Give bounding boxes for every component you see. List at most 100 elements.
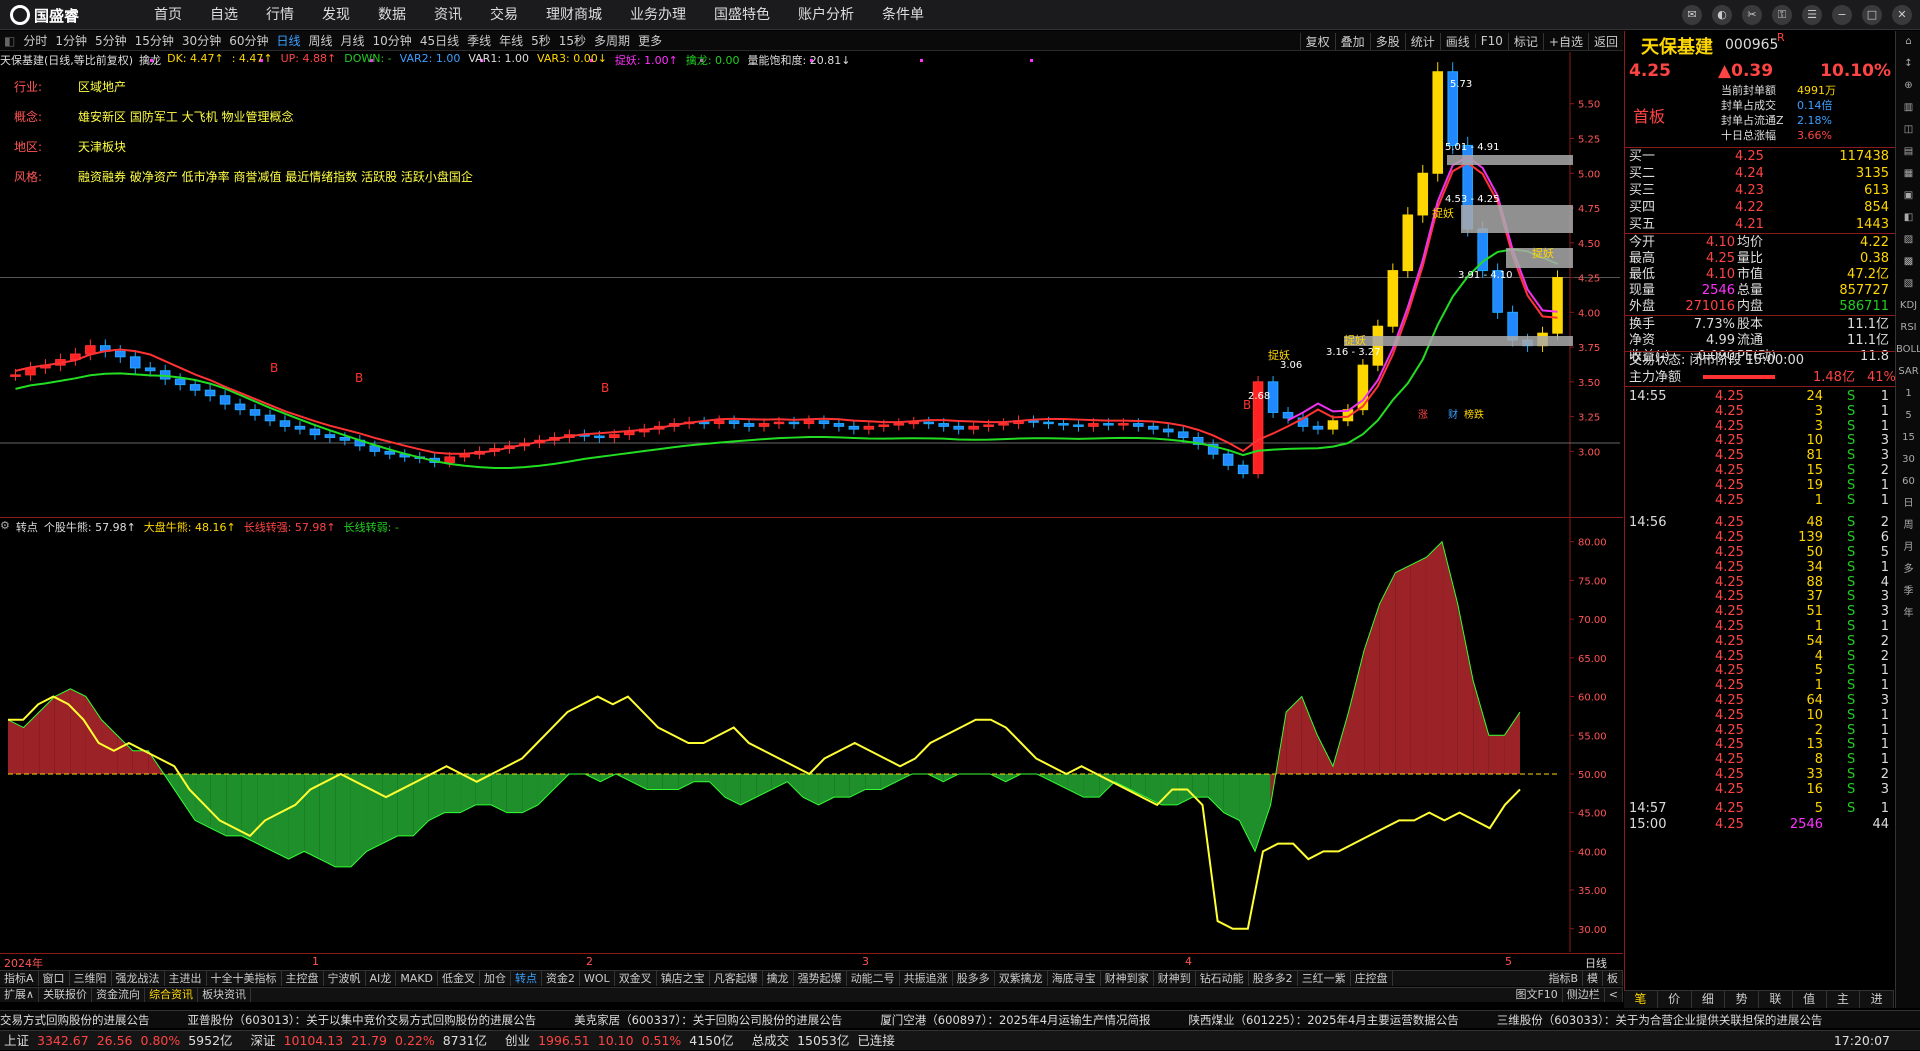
quote-tab[interactable]: 联 [1759, 991, 1793, 1008]
info-tab[interactable]: 综合资讯 [145, 988, 199, 1002]
chart-tool-button[interactable]: 返回 [1587, 32, 1623, 50]
side-tool-icon[interactable]: ↕ [1896, 53, 1920, 75]
indicator-tab[interactable]: AI龙 [366, 971, 397, 986]
period-tab[interactable]: 60分钟 [225, 32, 272, 49]
side-tool-icon[interactable]: ▣ [1896, 185, 1920, 207]
info-tab[interactable]: 扩展∧ [0, 988, 40, 1002]
period-tab[interactable]: 30分钟 [178, 32, 225, 49]
menu-item[interactable]: 数据 [364, 0, 420, 30]
indicator-tab[interactable]: 凡客起爆 [710, 971, 763, 986]
side-tool-icon[interactable]: 15 [1896, 427, 1920, 449]
minimize-icon[interactable]: − [1832, 5, 1852, 25]
side-tool-icon[interactable]: 周 [1896, 515, 1920, 537]
side-tool-icon[interactable]: ▧ [1896, 273, 1920, 295]
quote-tab[interactable]: 主 [1827, 991, 1861, 1008]
period-tab[interactable]: 日线 [272, 32, 304, 49]
side-tool-icon[interactable]: 60 [1896, 471, 1920, 493]
chart-tool-button[interactable]: 标记 [1507, 32, 1543, 50]
side-tool-icon[interactable]: BOLL [1896, 339, 1920, 361]
menu-item[interactable]: 业务办理 [616, 0, 700, 30]
chart-tool-button[interactable]: 画线 [1439, 32, 1475, 50]
indicator-tab[interactable]: 庄控盘 [1351, 971, 1393, 986]
menu-item[interactable]: 交易 [476, 0, 532, 30]
quote-tab[interactable]: 细 [1692, 991, 1726, 1008]
lock-icon[interactable]: ⚿ [1772, 5, 1792, 25]
info-tab[interactable]: 关联报价 [39, 988, 93, 1002]
menu-item[interactable]: 账户分析 [784, 0, 868, 30]
news-ticker[interactable]: 交易方式回购股份的进展公告 亚普股份（603013）：关于以集中竞价交易方式回购股… [0, 1010, 1920, 1028]
chart-tool-button[interactable]: 多股 [1369, 32, 1405, 50]
order-book-row[interactable]: 买三 4.23 613 [1625, 182, 1895, 200]
side-tool-icon[interactable]: 日 [1896, 493, 1920, 515]
indicator-tab[interactable]: MAKD [396, 971, 439, 986]
side-tool-icon[interactable]: ⊕ [1896, 75, 1920, 97]
index-name[interactable]: 创业 [505, 1031, 530, 1050]
maximize-icon[interactable]: □ [1862, 5, 1882, 25]
info-tab-right[interactable]: 侧边栏 [1563, 988, 1605, 1002]
news-item[interactable]: 陕西煤业（601225）：2025年4月主要运营数据公告 [1189, 1013, 1459, 1027]
side-tool-icon[interactable]: ◧ [1896, 207, 1920, 229]
chart-tool-button[interactable]: +自选 [1542, 32, 1588, 50]
news-item[interactable]: 美克家居（600337）：关于回购公司股份的进展公告 [574, 1013, 842, 1027]
side-tool-icon[interactable]: 月 [1896, 537, 1920, 559]
order-book-row[interactable]: 买四 4.22 854 [1625, 199, 1895, 217]
menu-item[interactable]: 资讯 [420, 0, 476, 30]
menu-item[interactable]: 国盛特色 [700, 0, 784, 30]
skin-icon[interactable]: ◐ [1712, 5, 1732, 25]
sub-settings-icon[interactable]: ⚙ [0, 519, 10, 535]
period-tab[interactable]: 5分钟 [91, 32, 131, 49]
period-tab[interactable]: 1分钟 [51, 32, 91, 49]
side-tool-icon[interactable]: SAR [1896, 361, 1920, 383]
message-icon[interactable]: ✉ [1682, 5, 1702, 25]
indicator-tab[interactable]: 低金叉 [438, 971, 481, 986]
menu-item[interactable]: 自选 [196, 0, 252, 30]
indicator-tab[interactable]: 股多多 [953, 971, 995, 986]
news-item[interactable]: 交易方式回购股份的进展公告 [0, 1013, 150, 1027]
indicator-tab[interactable]: 财神到家 [1101, 971, 1154, 986]
indicator-tab[interactable]: 共振追涨 [900, 971, 953, 986]
sub-indicator-name[interactable]: 转点 [16, 519, 38, 535]
indicator-tab[interactable]: 财神到 [1154, 971, 1196, 986]
menu-item[interactable]: 条件单 [868, 0, 938, 30]
indicator-tab-right[interactable]: 模 [1583, 971, 1603, 986]
side-tool-icon[interactable]: ▤ [1896, 141, 1920, 163]
side-tool-icon[interactable]: ▩ [1896, 251, 1920, 273]
side-tool-icon[interactable]: ◫ [1896, 119, 1920, 141]
indicator-tab[interactable]: 指标A [0, 971, 39, 986]
layout-icon[interactable]: ◧ [0, 34, 19, 48]
info-tab[interactable]: 资金流向 [92, 988, 146, 1002]
indicator-tab[interactable]: 加仓 [480, 971, 512, 986]
indicator-tab-right[interactable]: 指标B [1544, 971, 1583, 986]
side-tool-icon[interactable]: ▥ [1896, 97, 1920, 119]
indicator-tab[interactable]: 镇店之宝 [657, 971, 710, 986]
indicator-tab[interactable]: 宁波帆 [324, 971, 366, 986]
indicator-tab[interactable]: 钻石动能 [1196, 971, 1249, 986]
news-item[interactable]: 亚普股份（603013）：关于以集中竞价交易方式回购股份的进展公告 [188, 1013, 537, 1027]
side-tool-icon[interactable]: KDJ [1896, 295, 1920, 317]
menu-item[interactable]: 首页 [140, 0, 196, 30]
info-tab[interactable]: 板块资讯 [198, 988, 252, 1002]
period-tab[interactable]: 年线 [495, 32, 527, 49]
indicator-tab[interactable]: 十全十美指标 [207, 971, 282, 986]
side-tool-icon[interactable]: 5 [1896, 405, 1920, 427]
menu-icon[interactable]: ☰ [1802, 5, 1822, 25]
order-book-row[interactable]: 买一 4.25 117438 [1625, 148, 1895, 166]
side-tool-icon[interactable]: 30 [1896, 449, 1920, 471]
period-tab[interactable]: 季线 [463, 32, 495, 49]
period-tab[interactable]: 周线 [305, 32, 337, 49]
indicator-tab[interactable]: 海底寻宝 [1048, 971, 1101, 986]
indicator-tab[interactable]: 窗口 [39, 971, 70, 986]
indicator-tab[interactable]: 强龙战法 [112, 971, 165, 986]
chart-tool-button[interactable]: 复权 [1299, 32, 1335, 50]
period-tab[interactable]: 10分钟 [369, 32, 416, 49]
indicator-tab[interactable]: 主控盘 [282, 971, 324, 986]
side-tool-icon[interactable]: RSI [1896, 317, 1920, 339]
period-tab[interactable]: 多周期 [590, 32, 634, 49]
indicator-tab[interactable]: 三红一紫 [1298, 971, 1351, 986]
indicator-tab[interactable]: 双紫擒龙 [995, 971, 1048, 986]
side-tool-icon[interactable]: ▦ [1896, 163, 1920, 185]
side-tool-icon[interactable]: 多 [1896, 559, 1920, 581]
tools-icon[interactable]: ✂ [1742, 5, 1762, 25]
quote-tab[interactable]: 值 [1793, 991, 1827, 1008]
close-icon[interactable]: ✕ [1892, 5, 1912, 25]
